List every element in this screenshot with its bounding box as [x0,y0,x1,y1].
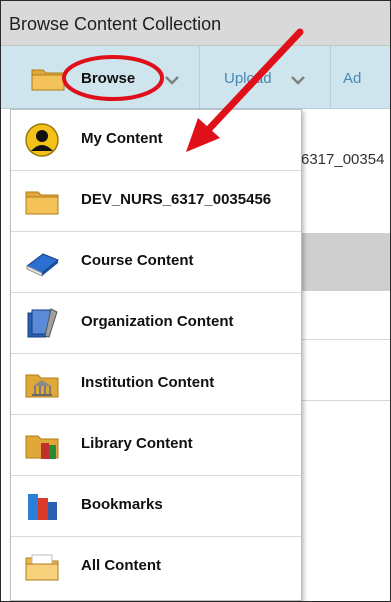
toolbar: Browse Upload Ad [1,46,390,109]
chevron-down-icon [165,76,179,85]
menu-item-label: DEV_NURS_6317_0035456 [81,191,272,208]
menu-item-label: All Content [81,557,161,574]
folder-icon [31,69,65,91]
browse-dropdown-menu: My Content DEV_NURS_6317_0035456 Course … [10,109,302,601]
menu-item-label: My Content [81,130,163,147]
upload-button[interactable]: Upload [200,46,331,108]
content-header-band [301,233,390,291]
menu-item-library-content[interactable]: Library Content [11,415,301,476]
bookmarks-icon [28,494,57,520]
folder-icon [25,191,59,215]
menu-item-bookmarks[interactable]: Bookmarks [11,476,301,537]
content-collection-window: Browse Content Collection Browse Upload … [0,0,391,602]
organization-icon [27,308,58,338]
library-icon [25,435,59,459]
chevron-down-icon [291,76,305,85]
window-title: Browse Content Collection [9,14,222,34]
menu-item-label: Library Content [81,435,193,452]
book-icon [26,253,59,277]
menu-item-all-content[interactable]: All Content [11,537,301,597]
upload-label: Upload [224,70,272,87]
browse-button[interactable]: Browse [1,46,200,108]
all-content-icon [25,554,59,581]
browse-label: Browse [81,70,136,87]
menu-item-course-folder[interactable]: DEV_NURS_6317_0035456 [11,171,301,232]
add-label: Ad [343,70,362,87]
menu-item-my-content[interactable]: My Content [11,110,301,171]
menu-item-label: Bookmarks [81,496,163,513]
breadcrumb-path: 6317_00354 [301,151,385,168]
menu-item-institution-content[interactable]: Institution Content [11,354,301,415]
add-button[interactable]: Ad [331,46,390,108]
menu-item-label: Institution Content [81,374,215,391]
menu-item-label: Course Content [81,252,194,269]
menu-item-label: Organization Content [81,313,234,330]
divider [301,400,390,401]
menu-item-course-content[interactable]: Course Content [11,232,301,293]
institution-icon [25,374,59,398]
title-bar: Browse Content Collection [1,1,390,46]
menu-item-organization-content[interactable]: Organization Content [11,293,301,354]
user-icon [25,123,59,157]
divider [301,339,390,340]
